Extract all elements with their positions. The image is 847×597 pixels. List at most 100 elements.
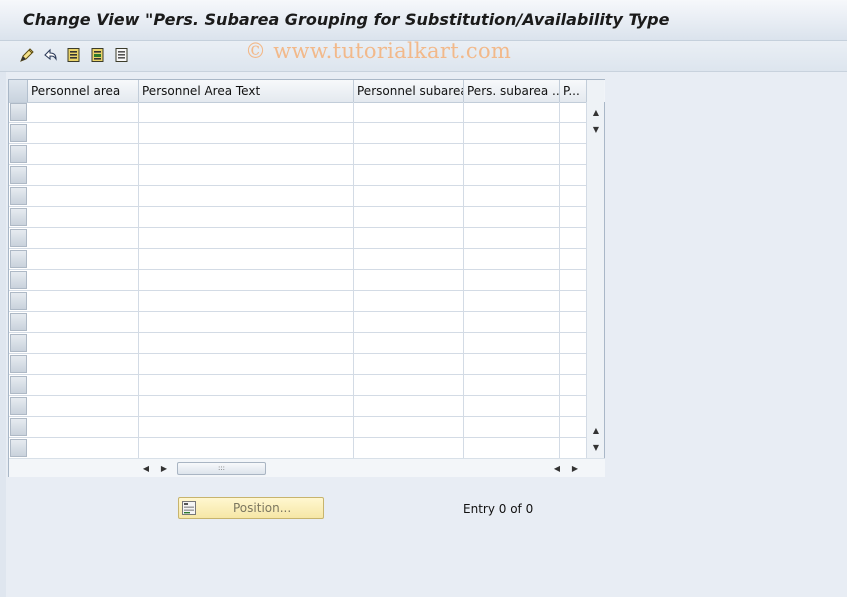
row-selector[interactable] xyxy=(10,208,27,226)
page-down-icon[interactable]: ▼ xyxy=(590,441,602,453)
scroll-down-icon[interactable]: ▼ xyxy=(590,123,602,135)
deselect-all-icon[interactable] xyxy=(112,45,132,65)
table-cell[interactable] xyxy=(464,228,560,248)
select-all-corner[interactable] xyxy=(9,80,28,102)
table-cell[interactable] xyxy=(560,165,587,185)
column-header-p[interactable]: P... xyxy=(560,80,587,102)
table-cell[interactable] xyxy=(139,438,354,458)
table-cell[interactable] xyxy=(560,249,587,269)
table-cell[interactable] xyxy=(354,123,464,143)
table-cell[interactable] xyxy=(560,417,587,437)
row-selector[interactable] xyxy=(10,355,27,373)
table-cell[interactable] xyxy=(354,312,464,332)
table-cell[interactable] xyxy=(560,354,587,374)
row-selector[interactable] xyxy=(10,439,27,457)
select-block-icon[interactable] xyxy=(88,45,108,65)
vertical-scrollbar[interactable]: ▲ ▼ ▲ ▼ xyxy=(587,80,604,458)
row-selector[interactable] xyxy=(10,166,27,184)
table-cell[interactable] xyxy=(28,312,139,332)
table-cell[interactable] xyxy=(464,144,560,164)
table-cell[interactable] xyxy=(139,270,354,290)
table-cell[interactable] xyxy=(354,228,464,248)
table-cell[interactable] xyxy=(139,375,354,395)
table-cell[interactable] xyxy=(139,333,354,353)
table-cell[interactable] xyxy=(354,207,464,227)
table-cell[interactable] xyxy=(28,123,139,143)
table-cell[interactable] xyxy=(28,270,139,290)
scroll-right-end-icon[interactable]: ▶ xyxy=(569,462,581,474)
table-cell[interactable] xyxy=(354,333,464,353)
table-cell[interactable] xyxy=(560,438,587,458)
row-selector[interactable] xyxy=(10,250,27,268)
column-header-personnel-area-text[interactable]: Personnel Area Text xyxy=(139,80,354,102)
table-cell[interactable] xyxy=(139,312,354,332)
table-cell[interactable] xyxy=(28,375,139,395)
table-cell[interactable] xyxy=(464,123,560,143)
table-cell[interactable] xyxy=(464,396,560,416)
table-cell[interactable] xyxy=(464,375,560,395)
table-cell[interactable] xyxy=(28,333,139,353)
table-cell[interactable] xyxy=(464,291,560,311)
table-cell[interactable] xyxy=(139,249,354,269)
table-cell[interactable] xyxy=(28,165,139,185)
table-cell[interactable] xyxy=(464,102,560,122)
table-cell[interactable] xyxy=(560,291,587,311)
table-cell[interactable] xyxy=(28,291,139,311)
table-cell[interactable] xyxy=(354,396,464,416)
table-cell[interactable] xyxy=(354,165,464,185)
table-cell[interactable] xyxy=(464,354,560,374)
row-selector[interactable] xyxy=(10,313,27,331)
table-cell[interactable] xyxy=(560,396,587,416)
table-cell[interactable] xyxy=(139,102,354,122)
table-cell[interactable] xyxy=(139,186,354,206)
table-cell[interactable] xyxy=(354,417,464,437)
scroll-left-icon[interactable]: ◀ xyxy=(140,462,152,474)
table-cell[interactable] xyxy=(560,270,587,290)
table-cell[interactable] xyxy=(139,165,354,185)
row-selector[interactable] xyxy=(10,292,27,310)
table-cell[interactable] xyxy=(28,228,139,248)
table-cell[interactable] xyxy=(139,144,354,164)
table-cell[interactable] xyxy=(560,186,587,206)
horizontal-scroll-thumb[interactable]: ::: xyxy=(177,462,266,475)
table-cell[interactable] xyxy=(28,438,139,458)
select-all-icon[interactable] xyxy=(64,45,84,65)
row-selector[interactable] xyxy=(10,103,27,121)
row-selector[interactable] xyxy=(10,124,27,142)
table-cell[interactable] xyxy=(28,207,139,227)
table-cell[interactable] xyxy=(464,249,560,269)
scroll-left-end-icon[interactable]: ◀ xyxy=(551,462,563,474)
table-cell[interactable] xyxy=(560,312,587,332)
row-selector[interactable] xyxy=(10,271,27,289)
row-selector[interactable] xyxy=(10,334,27,352)
undo-icon[interactable] xyxy=(40,45,60,65)
table-cell[interactable] xyxy=(354,291,464,311)
table-cell[interactable] xyxy=(139,291,354,311)
table-cell[interactable] xyxy=(139,396,354,416)
column-header-pers-subarea[interactable]: Pers. subarea ... xyxy=(464,80,560,102)
scroll-up-icon[interactable]: ▲ xyxy=(590,106,602,118)
table-cell[interactable] xyxy=(139,207,354,227)
table-cell[interactable] xyxy=(354,438,464,458)
table-cell[interactable] xyxy=(139,354,354,374)
table-cell[interactable] xyxy=(28,144,139,164)
table-cell[interactable] xyxy=(28,102,139,122)
table-cell[interactable] xyxy=(560,123,587,143)
table-cell[interactable] xyxy=(28,186,139,206)
column-header-personnel-subarea[interactable]: Personnel subarea xyxy=(354,80,464,102)
row-selector[interactable] xyxy=(10,418,27,436)
table-cell[interactable] xyxy=(464,165,560,185)
row-selector[interactable] xyxy=(10,397,27,415)
table-cell[interactable] xyxy=(28,354,139,374)
table-cell[interactable] xyxy=(28,417,139,437)
table-cell[interactable] xyxy=(354,270,464,290)
row-selector[interactable] xyxy=(10,229,27,247)
display-change-icon[interactable] xyxy=(17,45,37,65)
table-cell[interactable] xyxy=(354,186,464,206)
table-cell[interactable] xyxy=(139,228,354,248)
table-cell[interactable] xyxy=(560,375,587,395)
row-selector[interactable] xyxy=(10,187,27,205)
row-selector[interactable] xyxy=(10,145,27,163)
table-cell[interactable] xyxy=(28,396,139,416)
table-cell[interactable] xyxy=(354,375,464,395)
